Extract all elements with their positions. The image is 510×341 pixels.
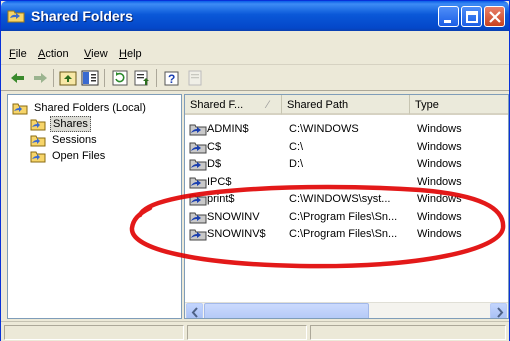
forward-icon[interactable]	[31, 69, 49, 87]
scroll-left-button[interactable]	[186, 303, 203, 318]
properties-icon	[188, 70, 202, 86]
status-panel	[187, 325, 307, 340]
share-name-cell: IPC$	[207, 175, 232, 188]
shared-folder-icon	[7, 10, 25, 23]
share-type-cell: Windows	[417, 193, 462, 205]
table-row[interactable]: ADMIN$ C:\WINDOWS Windows	[185, 121, 508, 138]
share-name-cell: ADMIN$	[207, 123, 249, 135]
column-header-label: Shared F...	[190, 99, 244, 111]
refresh-icon[interactable]	[111, 69, 129, 87]
menu-view[interactable]: View	[84, 48, 108, 60]
share-icon	[189, 229, 207, 241]
table-row[interactable]: print$ C:\WINDOWS\syst... Windows	[185, 191, 508, 208]
svg-text:?: ?	[168, 72, 175, 86]
share-type-cell: Windows	[417, 140, 462, 153]
column-header-label: Shared Path	[287, 99, 349, 111]
share-name-cell: SNOWINV$	[207, 228, 266, 240]
share-icon	[189, 159, 207, 171]
share-type-cell: Windows	[417, 210, 462, 223]
horizontal-scrollbar[interactable]	[185, 302, 508, 318]
table-row[interactable]: SNOWINV$ C:\Program Files\Sn... Windows	[185, 226, 508, 243]
title-bar[interactable]: Shared Folders	[1, 1, 509, 31]
share-icon	[189, 212, 207, 223]
shared-path-cell: C:\	[289, 140, 304, 153]
toolbar-separator	[156, 69, 157, 87]
toolbar: ?	[1, 65, 509, 91]
menu-bar: File Action View Help	[1, 31, 509, 65]
share-type-cell: Windows	[417, 175, 462, 188]
shares-list: Shared F... ⁄ Shared Path Type ADMIN$ C:\…	[184, 94, 509, 319]
shared-path-cell: C:\WINDOWS\syst...	[289, 193, 391, 205]
close-icon	[489, 11, 501, 23]
menu-help-label: elp	[126, 48, 142, 60]
shared-path-cell: C:\WINDOWS	[289, 123, 359, 135]
console-tree: Shared Folders (Local) Shares Sessions O…	[7, 94, 182, 319]
status-panel	[4, 325, 184, 340]
scroll-right-button[interactable]	[490, 303, 507, 318]
share-type-cell: Windows	[417, 158, 462, 170]
share-name-cell: print$	[207, 193, 235, 205]
menu-help[interactable]: Help	[119, 48, 142, 60]
minimize-button[interactable]	[438, 6, 459, 27]
back-icon[interactable]	[9, 69, 27, 87]
scroll-left-icon	[191, 307, 198, 318]
minimize-icon	[444, 20, 451, 23]
show-hide-tree-icon[interactable]	[81, 69, 99, 87]
maximize-button[interactable]	[461, 6, 482, 27]
open-files-folder-icon	[30, 151, 46, 163]
column-header-shared-path[interactable]: Shared Path	[282, 95, 410, 115]
toolbar-separator	[53, 69, 54, 87]
shared-folders-window: Shared Folders File Action View Help ? S…	[0, 0, 510, 341]
sort-indicator-icon: ⁄	[267, 99, 269, 111]
share-name-cell: D$	[207, 158, 222, 170]
share-name-cell: SNOWINV	[207, 210, 260, 223]
table-row[interactable]: D$ D:\ Windows	[185, 156, 508, 173]
menu-help-accel: H	[119, 48, 127, 60]
shared-path-cell: D:\	[289, 158, 304, 170]
menu-file[interactable]: File	[9, 48, 27, 60]
share-icon	[189, 194, 207, 206]
table-row[interactable]: IPC$ Windows	[185, 174, 508, 191]
table-row[interactable]: SNOWINV C:\Program Files\Sn... Windows	[185, 209, 508, 226]
share-icon	[189, 177, 207, 188]
tree-item-label: Sessions	[52, 134, 97, 146]
sessions-folder-icon	[30, 135, 46, 147]
menu-action[interactable]: Action	[38, 48, 69, 60]
tree-item-label: Shares	[50, 116, 91, 132]
shares-folder-icon	[30, 119, 46, 131]
status-bar	[1, 321, 509, 341]
column-header-type[interactable]: Type	[410, 95, 508, 115]
tree-item-label: Open Files	[52, 150, 106, 162]
up-folder-icon[interactable]	[59, 69, 77, 87]
export-list-icon[interactable]	[133, 69, 151, 87]
menu-view-label: iew	[91, 48, 108, 60]
column-header-share-name[interactable]: Shared F... ⁄	[185, 95, 282, 115]
table-row[interactable]: C$ C:\ Windows	[185, 139, 508, 156]
window-title: Shared Folders	[31, 8, 133, 24]
scroll-thumb[interactable]	[204, 303, 369, 318]
shared-path-cell: C:\Program Files\Sn...	[289, 228, 398, 240]
maximize-icon	[466, 11, 478, 23]
menu-file-accel: F	[9, 48, 16, 60]
toolbar-separator	[104, 69, 105, 87]
column-header-label: Type	[415, 99, 439, 111]
help-icon[interactable]: ?	[163, 69, 181, 87]
menu-file-label: ile	[15, 48, 27, 60]
tree-root-label: Shared Folders (Local)	[34, 102, 146, 114]
share-icon	[189, 142, 207, 153]
shared-folder-icon	[12, 103, 28, 115]
share-icon	[189, 124, 207, 136]
shared-path-cell: C:\Program Files\Sn...	[289, 210, 398, 223]
status-panel	[310, 325, 506, 340]
scroll-right-icon	[497, 307, 504, 318]
close-button[interactable]	[484, 6, 505, 27]
menu-action-label: ction	[45, 48, 69, 60]
share-type-cell: Windows	[417, 228, 462, 240]
share-type-cell: Windows	[417, 123, 462, 135]
share-name-cell: C$	[207, 140, 222, 153]
